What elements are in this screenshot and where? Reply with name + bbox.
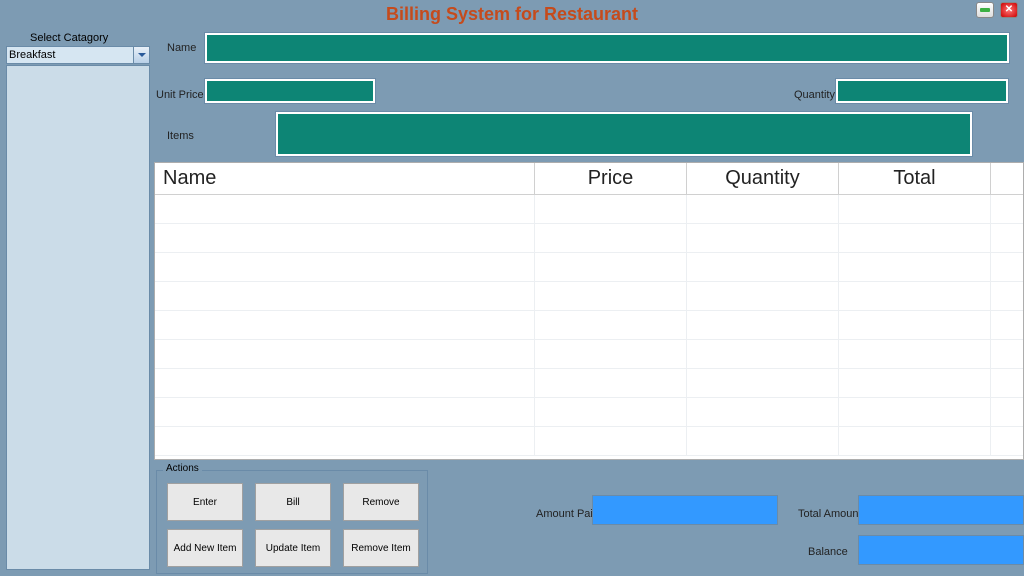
column-header-price[interactable]: Price <box>535 163 687 194</box>
window-controls: ✕ <box>976 2 1018 18</box>
update-item-button[interactable]: Update Item <box>255 529 331 567</box>
table-row[interactable] <box>155 195 1023 224</box>
amount-paid-input[interactable] <box>592 495 778 525</box>
name-label: Name <box>167 42 196 54</box>
name-input[interactable] <box>205 33 1009 63</box>
table-body <box>155 195 1023 456</box>
total-amount-input[interactable] <box>858 495 1024 525</box>
table-row[interactable] <box>155 253 1023 282</box>
column-header-quantity[interactable]: Quantity <box>687 163 839 194</box>
unit-price-label: Unit Price <box>156 89 204 101</box>
add-new-item-button[interactable]: Add New Item <box>167 529 243 567</box>
table-row[interactable] <box>155 340 1023 369</box>
items-input[interactable] <box>276 112 972 156</box>
category-items-list[interactable] <box>6 65 150 570</box>
remove-item-button[interactable]: Remove Item <box>343 529 419 567</box>
table-row[interactable] <box>155 427 1023 456</box>
close-icon: ✕ <box>1005 5 1013 15</box>
column-header-spacer <box>991 163 1023 194</box>
column-header-name[interactable]: Name <box>155 163 535 194</box>
table-row[interactable] <box>155 311 1023 340</box>
amount-paid-label: Amount Paid <box>536 508 599 520</box>
column-header-total[interactable]: Total <box>839 163 991 194</box>
items-label: Items <box>167 130 194 142</box>
page-title: Billing System for Restaurant <box>0 4 1024 25</box>
close-button[interactable]: ✕ <box>1000 2 1018 18</box>
table-row[interactable] <box>155 282 1023 311</box>
unit-price-input[interactable] <box>205 79 375 103</box>
quantity-label: Quantity <box>794 89 835 101</box>
category-label: Select Catagory <box>30 32 108 44</box>
minimize-icon <box>980 8 990 12</box>
table-row[interactable] <box>155 224 1023 253</box>
bill-items-table[interactable]: Name Price Quantity Total <box>154 162 1024 460</box>
balance-label: Balance <box>808 546 848 558</box>
chevron-down-icon <box>138 53 146 57</box>
balance-input[interactable] <box>858 535 1024 565</box>
enter-button[interactable]: Enter <box>167 483 243 521</box>
total-amount-label: Total Amount <box>798 508 862 520</box>
table-row[interactable] <box>155 398 1023 427</box>
remove-button[interactable]: Remove <box>343 483 419 521</box>
actions-group: Actions Enter Bill Remove Add New Item U… <box>156 470 428 574</box>
bill-button[interactable]: Bill <box>255 483 331 521</box>
table-header-row: Name Price Quantity Total <box>155 163 1023 195</box>
table-row[interactable] <box>155 369 1023 398</box>
category-select[interactable]: Breakfast <box>6 46 150 64</box>
dropdown-button[interactable] <box>133 47 149 63</box>
actions-legend: Actions <box>163 463 202 474</box>
minimize-button[interactable] <box>976 2 994 18</box>
quantity-input[interactable] <box>836 79 1008 103</box>
category-select-value: Breakfast <box>7 49 133 61</box>
